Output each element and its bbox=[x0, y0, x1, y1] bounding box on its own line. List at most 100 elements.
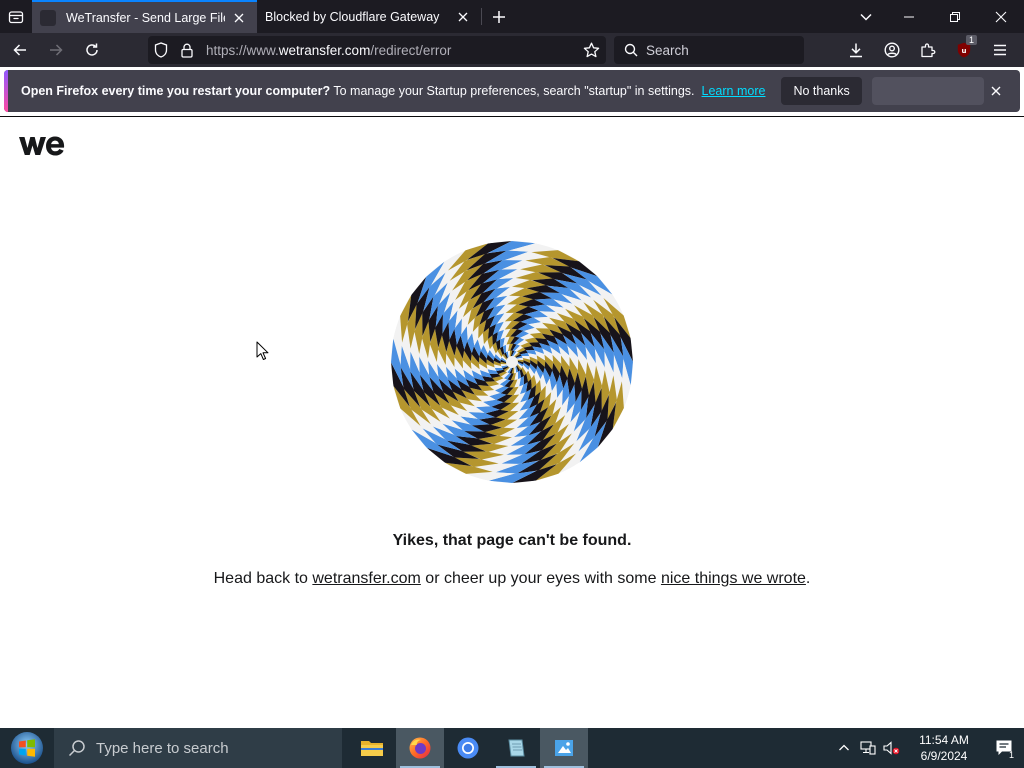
bookmark-star-icon[interactable] bbox=[576, 42, 606, 58]
taskbar-search-placeholder: Type here to search bbox=[96, 739, 229, 757]
paint-icon bbox=[555, 740, 573, 756]
notification-accent-stripe bbox=[4, 70, 8, 112]
reload-button[interactable] bbox=[76, 36, 108, 64]
taskbar-firefox[interactable] bbox=[396, 728, 444, 768]
arrow-right-icon bbox=[50, 44, 63, 56]
open-on-startup-button[interactable] bbox=[871, 77, 984, 105]
tab-cloudflare-blocked[interactable]: Blocked by Cloudflare Gateway bbox=[257, 0, 481, 33]
tab-strip: WeTransfer - Send Large Files & Share Ph… bbox=[0, 0, 1024, 33]
puzzle-icon bbox=[921, 43, 936, 58]
lock-icon[interactable] bbox=[174, 43, 200, 58]
error-subtext: Head back to wetransfer.com or cheer up … bbox=[0, 570, 1024, 588]
app-menu-button[interactable] bbox=[982, 36, 1018, 64]
taskbar-paint-app[interactable] bbox=[540, 728, 588, 768]
no-thanks-button[interactable]: No thanks bbox=[781, 77, 862, 105]
account-icon bbox=[884, 42, 900, 58]
close-window-button[interactable] bbox=[978, 0, 1024, 33]
back-button[interactable] bbox=[4, 36, 36, 64]
notification-body-text: To manage your Startup preferences, sear… bbox=[330, 84, 695, 98]
url-host: wetransfer.com bbox=[278, 42, 371, 58]
taskbar-search-box[interactable]: Type here to search bbox=[54, 728, 342, 768]
list-all-tabs-button[interactable] bbox=[846, 0, 886, 33]
toolbar-right-buttons: u 1 bbox=[838, 35, 1018, 64]
tracking-protection-shield-icon[interactable] bbox=[148, 42, 174, 58]
hamburger-menu-icon bbox=[994, 44, 1006, 56]
tab-close-icon[interactable] bbox=[229, 8, 249, 28]
navigation-toolbar: https://www.wetransfer.com/redirect/erro… bbox=[0, 33, 1024, 67]
plus-icon bbox=[493, 10, 505, 23]
account-button[interactable] bbox=[874, 36, 910, 64]
taskbar-clock[interactable]: 11:54 AM 6/9/2024 bbox=[908, 732, 980, 764]
system-tray: 11:54 AM 6/9/2024 1 bbox=[832, 728, 1024, 768]
search-icon bbox=[624, 43, 638, 57]
close-icon bbox=[995, 11, 1007, 22]
wetransfer-home-link[interactable]: wetransfer.com bbox=[312, 570, 420, 587]
learn-more-link[interactable]: Learn more bbox=[702, 84, 766, 98]
forward-button[interactable] bbox=[40, 36, 72, 64]
network-tray-button[interactable] bbox=[856, 728, 880, 768]
url-bar[interactable]: https://www.wetransfer.com/redirect/erro… bbox=[148, 36, 606, 64]
search-placeholder: Search bbox=[646, 42, 689, 58]
start-button[interactable] bbox=[0, 728, 54, 768]
nice-things-link[interactable]: nice things we wrote bbox=[661, 570, 806, 587]
network-icon bbox=[860, 741, 876, 755]
taskbar-notepad-app[interactable] bbox=[492, 728, 540, 768]
downloads-button[interactable] bbox=[838, 36, 874, 64]
notification-count: 1 bbox=[1008, 750, 1014, 760]
minimize-button[interactable] bbox=[886, 0, 932, 33]
windows-taskbar: Type here to search 11:54 AM 6/9/2024 1 bbox=[0, 728, 1024, 768]
taskbar-pinned-apps bbox=[348, 728, 588, 768]
firefox-icon bbox=[409, 737, 431, 759]
optical-illusion-swirl-image bbox=[391, 241, 633, 483]
startup-notification-bar: Open Firefox every time you restart your… bbox=[4, 70, 1020, 112]
new-tab-button[interactable] bbox=[482, 0, 516, 33]
tab-close-icon[interactable] bbox=[453, 7, 473, 27]
wetransfer-favicon-icon bbox=[40, 9, 56, 26]
ublock-origin-button[interactable]: u 1 bbox=[946, 35, 982, 64]
firefox-view-icon bbox=[8, 10, 24, 23]
notification-message: Open Firefox every time you restart your… bbox=[21, 84, 695, 98]
notification-close-button[interactable] bbox=[986, 81, 1006, 101]
firefox-view-button[interactable] bbox=[0, 0, 32, 33]
clock-date: 6/9/2024 bbox=[920, 749, 968, 763]
restore-button[interactable] bbox=[932, 0, 978, 33]
restore-icon bbox=[950, 11, 960, 22]
volume-muted-icon bbox=[883, 741, 900, 755]
wetransfer-logo[interactable] bbox=[18, 133, 66, 164]
download-icon bbox=[850, 43, 862, 58]
subtext-part: . bbox=[805, 570, 811, 587]
windows-start-icon bbox=[11, 732, 43, 764]
reload-icon bbox=[86, 43, 98, 56]
notification-bold-text: Open Firefox every time you restart your… bbox=[21, 84, 331, 98]
chevron-down-icon bbox=[860, 13, 872, 21]
chrome-icon bbox=[457, 737, 479, 759]
minimize-icon bbox=[904, 16, 914, 17]
error-headline: Yikes, that page can't be found. bbox=[392, 532, 632, 549]
arrow-left-icon bbox=[13, 44, 26, 56]
url-text[interactable]: https://www.wetransfer.com/redirect/erro… bbox=[206, 43, 451, 58]
tab-title: WeTransfer - Send Large Files & Share Ph… bbox=[66, 10, 225, 25]
volume-tray-button[interactable] bbox=[880, 728, 904, 768]
svg-text:u: u bbox=[962, 47, 967, 55]
show-hidden-icons-button[interactable] bbox=[832, 728, 856, 768]
tab-wetransfer[interactable]: WeTransfer - Send Large Files & Share Ph… bbox=[32, 0, 257, 33]
notepad-icon bbox=[508, 739, 525, 757]
folder-icon bbox=[361, 741, 383, 756]
close-icon bbox=[991, 86, 1001, 96]
action-center-button[interactable]: 1 bbox=[984, 728, 1024, 768]
chevron-up-icon bbox=[839, 744, 849, 751]
search-bar[interactable]: Search bbox=[614, 36, 804, 64]
taskbar-chrome[interactable] bbox=[444, 728, 492, 768]
taskbar-file-explorer[interactable] bbox=[348, 728, 396, 768]
subtext-part: Head back to bbox=[213, 570, 313, 587]
search-icon bbox=[68, 740, 85, 757]
mouse-cursor-icon bbox=[256, 341, 269, 360]
extension-badge-count: 1 bbox=[965, 35, 977, 45]
url-path: /redirect/error bbox=[370, 42, 452, 58]
url-prefix: https://www. bbox=[206, 42, 279, 58]
subtext-part: or cheer up your eyes with some bbox=[420, 570, 661, 587]
window-controls bbox=[846, 0, 1024, 33]
tab-title: Blocked by Cloudflare Gateway bbox=[265, 9, 440, 24]
extensions-button[interactable] bbox=[910, 36, 946, 64]
page-content: Yikes, that page can't be found. Head ba… bbox=[0, 117, 1024, 728]
